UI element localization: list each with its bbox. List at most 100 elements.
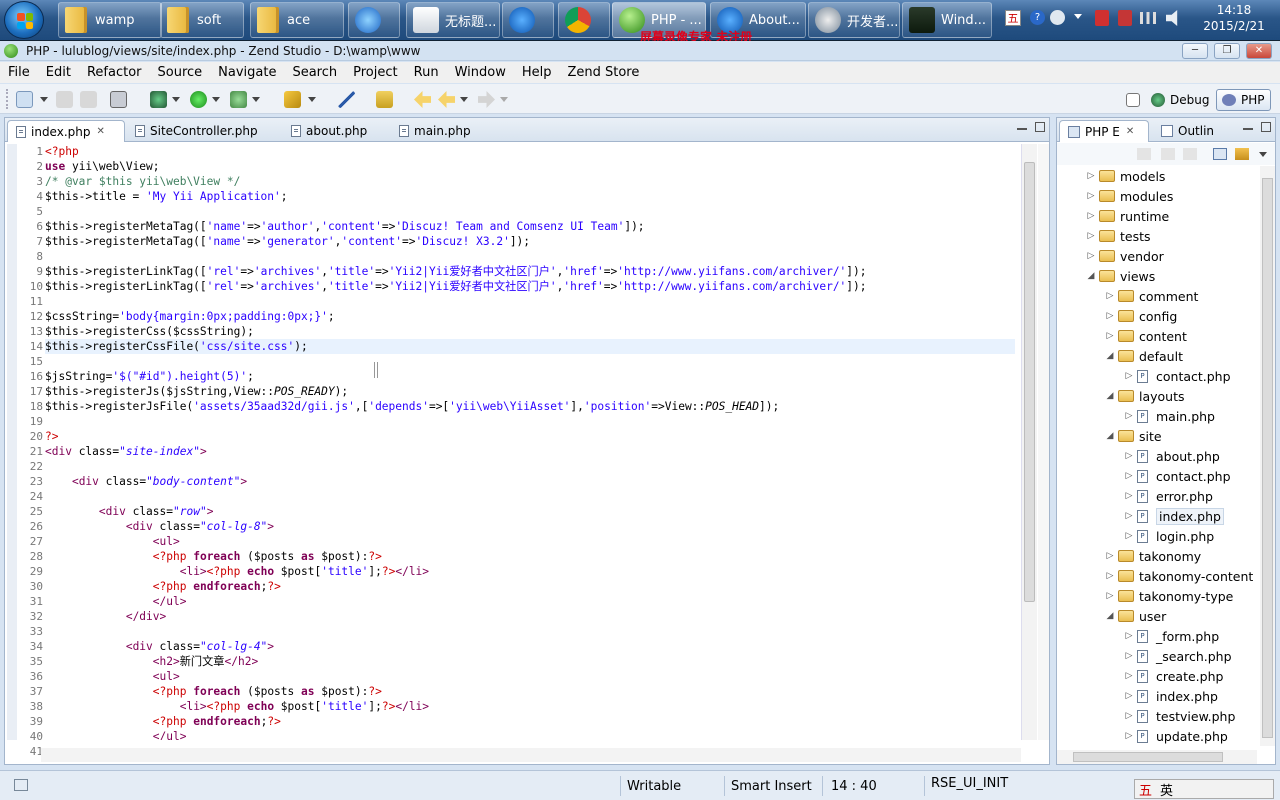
code-line[interactable]: $jsString='$("#id").height(5)';: [45, 369, 1015, 384]
new-icon[interactable]: [16, 91, 33, 108]
chevron-down-icon[interactable]: [1074, 14, 1082, 19]
code-line[interactable]: $this->registerMetaTag(['name'=>'generat…: [45, 234, 1015, 249]
code-line[interactable]: ​: [45, 459, 1015, 474]
tree-folder[interactable]: ◢ layouts: [1104, 386, 1185, 406]
tree-folder[interactable]: ▷ takonomy-content: [1104, 566, 1254, 586]
tree-folder[interactable]: ▷ config: [1104, 306, 1178, 326]
code-line[interactable]: <?php foreach ($posts as $post):?>: [45, 684, 1015, 699]
tree-file[interactable]: ▷ Ptestview.php: [1123, 706, 1236, 726]
code-line[interactable]: ​: [45, 249, 1015, 264]
tree-file[interactable]: ▷ Pcontact.php: [1123, 466, 1231, 486]
menu-refactor[interactable]: Refactor: [79, 65, 150, 80]
tree-file[interactable]: ▷ Pabout.php: [1123, 446, 1220, 466]
taskbar-button-0[interactable]: wamp: [58, 2, 162, 38]
taskbar-button-2[interactable]: ace: [250, 2, 344, 38]
maximize-view-icon[interactable]: [1261, 122, 1271, 132]
collapsed-twisty-icon[interactable]: ▷: [1104, 591, 1116, 601]
collapsed-twisty-icon[interactable]: ▷: [1104, 311, 1116, 321]
collapsed-twisty-icon[interactable]: ▷: [1123, 411, 1135, 421]
code-line[interactable]: <ul>: [45, 534, 1015, 549]
editor-tab-about-php[interactable]: about.php: [283, 120, 387, 142]
taskbar-button-1[interactable]: soft: [160, 2, 244, 38]
minimize-button[interactable]: ─: [1182, 43, 1208, 59]
collapsed-twisty-icon[interactable]: ▷: [1085, 191, 1097, 201]
collapsed-twisty-icon[interactable]: ▷: [1104, 291, 1116, 301]
explorer-vertical-scrollbar[interactable]: [1260, 166, 1275, 746]
menu-project[interactable]: Project: [345, 65, 405, 80]
menu-run[interactable]: Run: [406, 65, 447, 80]
collapsed-twisty-icon[interactable]: ▷: [1123, 471, 1135, 481]
tree-folder[interactable]: ▷ runtime: [1085, 206, 1170, 226]
taskbar-button-5[interactable]: [502, 2, 554, 38]
tree-folder[interactable]: ▷ comment: [1104, 286, 1199, 306]
back-dropdown-icon[interactable]: [460, 97, 468, 102]
menu-edit[interactable]: Edit: [38, 65, 79, 80]
code-line[interactable]: <?php foreach ($posts as $post):?>: [45, 549, 1015, 564]
code-line[interactable]: </ul>: [45, 594, 1015, 609]
code-line[interactable]: <li><?php echo $post['title'];?></li>: [45, 699, 1015, 714]
external-tools-dropdown-icon[interactable]: [252, 97, 260, 102]
editor-horizontal-scrollbar[interactable]: [41, 748, 1021, 762]
tree-folder[interactable]: ◢ views: [1085, 266, 1156, 286]
code-line[interactable]: $cssString='body{margin:0px;padding:0px;…: [45, 309, 1015, 324]
taskbar-button-9[interactable]: 开发者...: [808, 2, 900, 38]
code-line[interactable]: use yii\web\View;: [45, 159, 1015, 174]
expanded-twisty-icon[interactable]: ◢: [1085, 271, 1097, 281]
open-type-icon[interactable]: [376, 91, 393, 108]
maximize-view-icon[interactable]: [1035, 122, 1045, 132]
maximize-button[interactable]: ❐: [1214, 43, 1240, 59]
new-dropdown-icon[interactable]: [40, 97, 48, 102]
minimize-view-icon[interactable]: [1017, 128, 1027, 130]
menu-source[interactable]: Source: [150, 65, 211, 80]
ime-toolbar[interactable]: 五 英: [1134, 779, 1274, 799]
wand-dropdown-icon[interactable]: [308, 97, 316, 102]
debug-perspective-button[interactable]: Debug: [1146, 89, 1214, 111]
code-line[interactable]: ​: [45, 414, 1015, 429]
forward-dropdown-icon[interactable]: [500, 97, 508, 102]
save-icon[interactable]: [56, 91, 73, 108]
collapsed-twisty-icon[interactable]: ▷: [1123, 711, 1135, 721]
collapsed-twisty-icon[interactable]: ▷: [1123, 491, 1135, 501]
ime-indicator[interactable]: 五: [1005, 10, 1021, 26]
tree-file[interactable]: ▷ P _form.php: [1123, 626, 1220, 646]
code-line[interactable]: <div class="row">: [45, 504, 1015, 519]
tree-file[interactable]: ▷ Pmain.php: [1123, 406, 1215, 426]
link-with-editor-icon[interactable]: [1235, 148, 1249, 160]
code-line[interactable]: <?php endforeach;?>: [45, 714, 1015, 729]
fast-view-icon[interactable]: [14, 779, 28, 791]
code-line[interactable]: $this->registerMetaTag(['name'=>'author'…: [45, 219, 1015, 234]
up-icon[interactable]: [1183, 148, 1197, 160]
menu-search[interactable]: Search: [284, 65, 345, 80]
tree-folder[interactable]: ▷ models: [1085, 166, 1166, 186]
run-icon[interactable]: [190, 91, 207, 108]
expanded-twisty-icon[interactable]: ◢: [1104, 391, 1116, 401]
code-line[interactable]: <li><?php echo $post['title'];?></li>: [45, 564, 1015, 579]
code-line[interactable]: $this->registerCss($cssString);: [45, 324, 1015, 339]
tree-folder[interactable]: ▷ vendor: [1085, 246, 1164, 266]
code-line[interactable]: ​: [45, 204, 1015, 219]
tree-file[interactable]: ▷ Pcreate.php: [1123, 666, 1224, 686]
forward-icon[interactable]: [1161, 148, 1175, 160]
tree-file[interactable]: ▷ P _search.php: [1123, 646, 1232, 666]
volume-icon[interactable]: [1166, 10, 1178, 26]
menu-window[interactable]: Window: [447, 65, 514, 80]
expanded-twisty-icon[interactable]: ◢: [1104, 351, 1116, 361]
code-line[interactable]: <ul>: [45, 669, 1015, 684]
code-line[interactable]: <div class="col-lg-8">: [45, 519, 1015, 534]
taskbar-button-3[interactable]: [348, 2, 400, 38]
debug-dropdown-icon[interactable]: [172, 97, 180, 102]
collapsed-twisty-icon[interactable]: ▷: [1085, 171, 1097, 181]
back-icon[interactable]: [1137, 148, 1151, 160]
editor-tab-index-php[interactable]: index.php ✕: [7, 120, 125, 142]
tree-folder[interactable]: ◢ site: [1104, 426, 1162, 446]
wand-icon[interactable]: [284, 91, 301, 108]
php-perspective-button[interactable]: PHP: [1216, 89, 1271, 111]
collapsed-twisty-icon[interactable]: ▷: [1104, 551, 1116, 561]
code-line[interactable]: /* @var $this yii\web\View */: [45, 174, 1015, 189]
collapsed-twisty-icon[interactable]: ▷: [1104, 571, 1116, 581]
menu-zend-store[interactable]: Zend Store: [559, 65, 647, 80]
taskbar-button-10[interactable]: Wind...: [902, 2, 992, 38]
taskbar-clock[interactable]: 14:18 2015/2/21: [1190, 2, 1278, 38]
collapsed-twisty-icon[interactable]: ▷: [1123, 671, 1135, 681]
tree-file[interactable]: ▷ Pcontact.php: [1123, 366, 1231, 386]
